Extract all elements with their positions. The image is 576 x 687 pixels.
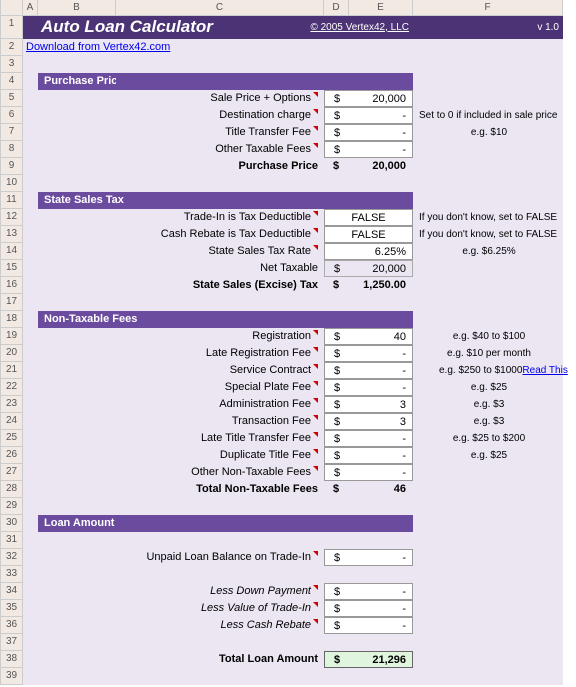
row-5[interactable]: 5 [1,90,23,107]
col-F[interactable]: F [413,0,563,16]
row-6[interactable]: 6 [1,107,23,124]
row-25[interactable]: 25 [1,430,23,447]
row-38[interactable]: 38 [1,651,23,668]
row-15[interactable]: 15 [1,260,23,277]
download-link[interactable]: Download from Vertex42.com [23,39,563,56]
title-row: 1 Auto Loan Calculator © 2005 Vertex42, … [0,16,576,39]
row-26[interactable]: 26 [1,447,23,464]
row-21[interactable]: 21 [1,362,23,379]
row-10[interactable]: 10 [1,175,23,192]
section-nontax-header: Non-Taxable Fees [38,311,413,328]
row-37[interactable]: 37 [1,634,23,651]
download-row: 2 Download from Vertex42.com [0,39,576,56]
row-12[interactable]: 12 [1,209,23,226]
val-sale-price[interactable]: 20,000 [349,90,413,107]
row-20[interactable]: 20 [1,345,23,362]
row-1[interactable]: 1 [1,16,23,39]
sym-purchase-total: $ [324,158,349,175]
col-B[interactable]: B [38,0,116,16]
copyright: © 2005 Vertex42, LLC [349,16,413,39]
row-17[interactable]: 17 [1,294,23,311]
row-23[interactable]: 23 [1,396,23,413]
sym-sale-price[interactable]: $ [324,90,349,107]
row-7[interactable]: 7 [1,124,23,141]
read-this-link[interactable]: Read This [522,365,567,376]
row-2[interactable]: 2 [1,39,23,56]
col-E[interactable]: E [349,0,413,16]
row-24[interactable]: 24 [1,413,23,430]
row-22[interactable]: 22 [1,379,23,396]
val-tax-total: 1,250.00 [349,277,413,294]
note-sale-price [413,90,563,107]
section-purchase-header: Purchase Price (before tax) [38,73,116,90]
row-32[interactable]: 32 [1,549,23,566]
row-9[interactable]: 9 [1,158,23,175]
row-18[interactable]: 18 [1,311,23,328]
val-nontax-total: 46 [349,481,413,498]
row-4[interactable]: 4 [1,73,23,90]
row-30[interactable]: 30 [1,515,23,532]
select-all-cell[interactable] [1,0,23,16]
row-13[interactable]: 13 [1,226,23,243]
label-title-transfer: Title Transfer Fee [116,124,324,141]
version: v 1.0 [413,16,563,39]
row-33[interactable]: 33 [1,566,23,583]
label-sale-price: Sale Price + Options [116,90,324,107]
row-19[interactable]: 19 [1,328,23,345]
spreadsheet: A B C D E F 1 Auto Loan Calculator © 200… [0,0,576,685]
val-rebate-deduct[interactable]: FALSE [324,226,413,243]
section-loan-header: Loan Amount [38,515,413,532]
section-tax-header: State Sales Tax [38,192,413,209]
row-11[interactable]: 11 [1,192,23,209]
col-A[interactable]: A [23,0,38,16]
row-3[interactable]: 3 [1,56,23,73]
val-purchase-total: 20,000 [349,158,413,175]
val-tradein-deduct[interactable]: FALSE [324,209,413,226]
row-28[interactable]: 28 [1,481,23,498]
row-29[interactable]: 29 [1,498,23,515]
label-other-tax-fees: Other Taxable Fees [116,141,324,158]
row-35[interactable]: 35 [1,600,23,617]
app-title: Auto Loan Calculator [38,16,349,39]
row-34[interactable]: 34 [1,583,23,600]
label-destination: Destination charge [116,107,324,124]
val-net-taxable: 20,000 [349,260,413,277]
row-31[interactable]: 31 [1,532,23,549]
row-39[interactable]: 39 [1,668,23,685]
row-8[interactable]: 8 [1,141,23,158]
row-16[interactable]: 16 [1,277,23,294]
val-total-loan: 21,296 [349,651,413,668]
col-C[interactable]: C [116,0,324,16]
row-27[interactable]: 27 [1,464,23,481]
row-36[interactable]: 36 [1,617,23,634]
column-headers: A B C D E F [0,0,576,16]
label-purchase-total: Purchase Price [116,158,324,175]
col-D[interactable]: D [324,0,349,16]
val-tax-rate[interactable]: 6.25% [349,243,413,260]
row-14[interactable]: 14 [1,243,23,260]
label-total-loan: Total Loan Amount [116,651,324,668]
